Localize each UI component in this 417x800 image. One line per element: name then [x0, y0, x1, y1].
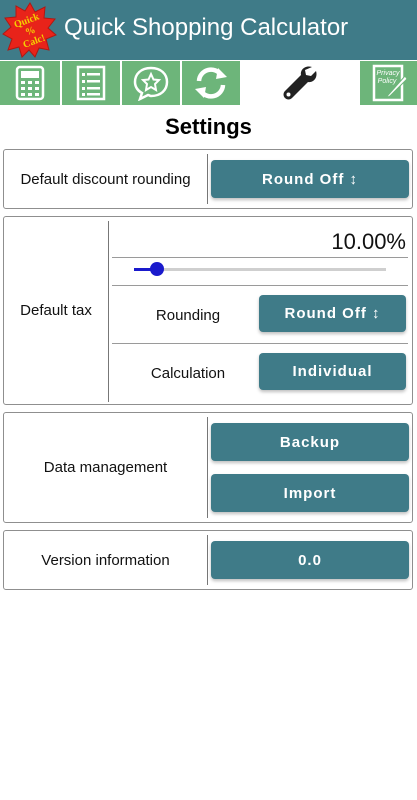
tax-value: 10.00% — [331, 229, 406, 254]
discount-label: Default discount rounding — [20, 170, 191, 188]
tab-list[interactable] — [60, 61, 120, 105]
tab-convert[interactable] — [180, 61, 240, 105]
privacy-policy-icon: Privacy Policy — [372, 64, 408, 102]
tab-settings[interactable] — [240, 61, 358, 105]
calculation-label: Calculation — [150, 365, 226, 382]
tab-bar: Privacy Policy — [0, 60, 417, 105]
app-bar: Quick % Calc! Quick Shopping Calculator — [0, 0, 417, 60]
app-title: Quick Shopping Calculator — [64, 14, 349, 41]
tax-slider-track[interactable] — [134, 268, 386, 271]
refresh-icon — [195, 67, 227, 99]
list-icon — [76, 65, 106, 101]
import-button[interactable]: Import — [211, 474, 409, 512]
tax-rounding-button[interactable]: Round Off ↕ — [259, 295, 406, 332]
divider — [207, 535, 208, 585]
backup-button[interactable]: Backup — [211, 423, 409, 461]
tax-slider-thumb[interactable] — [149, 262, 164, 276]
tax-calculation-button[interactable]: Individual — [259, 353, 406, 390]
tab-favorites[interactable] — [120, 61, 180, 105]
tab-privacy-policy[interactable]: Privacy Policy — [358, 61, 417, 105]
divider — [112, 343, 408, 344]
data-management-label: Data management — [43, 459, 168, 476]
tab-calculator[interactable] — [0, 61, 60, 105]
version-button[interactable]: 0.0 — [211, 541, 409, 579]
divider — [108, 221, 109, 402]
app-logo-icon: Quick % Calc! — [2, 2, 57, 58]
version-label: Version information — [41, 551, 170, 569]
svg-text:Policy: Policy — [377, 78, 396, 85]
divider — [207, 154, 208, 204]
calculator-icon — [15, 65, 45, 101]
divider — [112, 257, 408, 258]
discount-rounding-button[interactable]: Round Off ↕ — [211, 160, 409, 198]
page-title: Settings — [165, 114, 252, 139]
star-chat-icon — [133, 66, 169, 101]
rounding-label: Rounding — [155, 307, 221, 324]
divider — [207, 417, 208, 518]
divider — [112, 285, 408, 286]
wrench-icon — [283, 66, 317, 100]
default-tax-label: Default tax — [20, 302, 92, 319]
svg-text:Privacy: Privacy — [376, 70, 399, 77]
